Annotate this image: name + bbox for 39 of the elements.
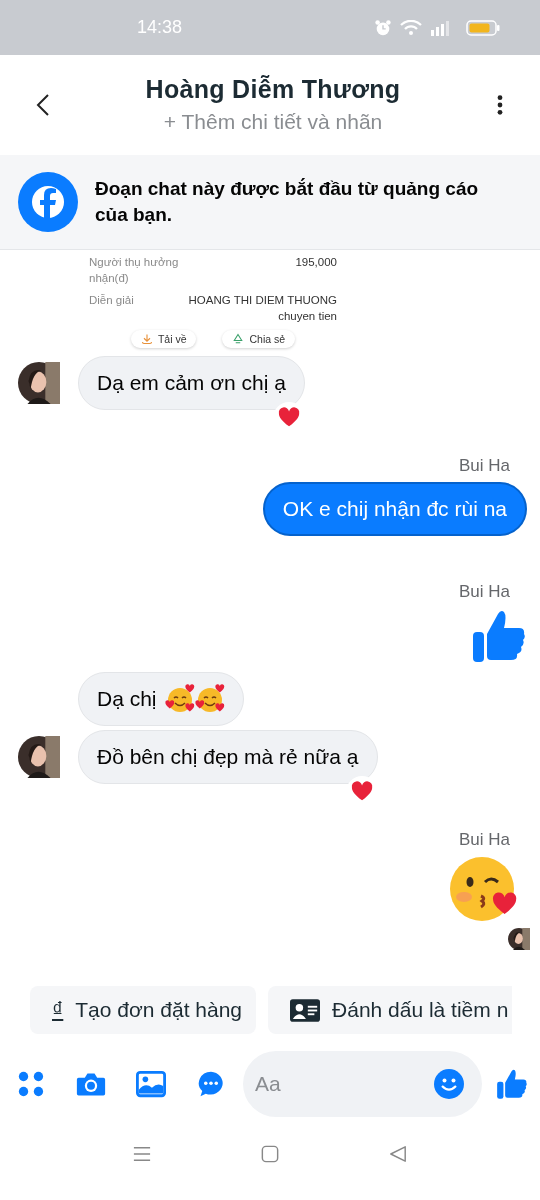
contact-card-icon bbox=[290, 998, 321, 1022]
apps-icon[interactable] bbox=[16, 1070, 46, 1098]
message-bubble: Dạ em cảm ơn chị ạ bbox=[78, 356, 305, 410]
receipt-value: 195,000 bbox=[294, 255, 337, 270]
alarm-icon bbox=[374, 18, 392, 37]
sender-name: Bui Ha bbox=[458, 582, 510, 602]
back-icon[interactable] bbox=[36, 93, 50, 117]
emoji-icon[interactable] bbox=[434, 1069, 464, 1099]
receipt-label: Diễn giải bbox=[89, 293, 135, 308]
home-icon[interactable] bbox=[261, 1145, 279, 1163]
camera-icon[interactable] bbox=[76, 1070, 106, 1098]
image-icon[interactable] bbox=[136, 1070, 166, 1098]
thumbs-up-icon bbox=[471, 608, 527, 664]
battery-icon bbox=[466, 19, 500, 36]
message-bubble: Dạ chị bbox=[78, 672, 244, 726]
thumbs-up-icon[interactable] bbox=[496, 1068, 528, 1100]
receipt-label: Người thụ hưởng nhận(đ) bbox=[89, 255, 180, 286]
message-bubble: Đồ bên chị đẹp mà rẻ nữa ạ bbox=[78, 730, 378, 784]
download-button[interactable]: Tải về bbox=[130, 330, 197, 348]
receipt-value: HOANG THI DIEM THUONG chuyen tien bbox=[187, 293, 337, 324]
more-icon[interactable] bbox=[496, 94, 504, 116]
create-order-button[interactable]: ₫ Tạo đơn đặt hàng bbox=[30, 986, 257, 1034]
share-button[interactable]: Chia sẻ bbox=[222, 330, 296, 348]
mark-lead-button[interactable]: Đánh dấu là tiềm n bbox=[268, 986, 513, 1034]
smiling-face-hearts-icon bbox=[164, 684, 195, 714]
contact-name: Hoàng Diễm Thương bbox=[145, 74, 401, 104]
wifi-icon bbox=[400, 19, 422, 36]
signal-icon bbox=[430, 19, 450, 36]
message-field[interactable]: Aa bbox=[243, 1051, 482, 1117]
sender-name: Bui Ha bbox=[458, 830, 510, 850]
menu-icon[interactable] bbox=[133, 1145, 151, 1163]
smiling-face-hearts-icon bbox=[194, 684, 225, 714]
kissing-face-icon bbox=[448, 854, 518, 924]
banner-text: Đoạn chat này được bắt đầu từ quảng cáo của bạn. bbox=[95, 177, 480, 227]
chat-bubble-icon[interactable] bbox=[196, 1070, 226, 1098]
facebook-icon bbox=[18, 172, 78, 232]
download-icon bbox=[140, 333, 153, 345]
message-bubble: OK e chij nhận đc rùi na bbox=[262, 482, 527, 536]
sender-name: Bui Ha bbox=[458, 456, 510, 476]
